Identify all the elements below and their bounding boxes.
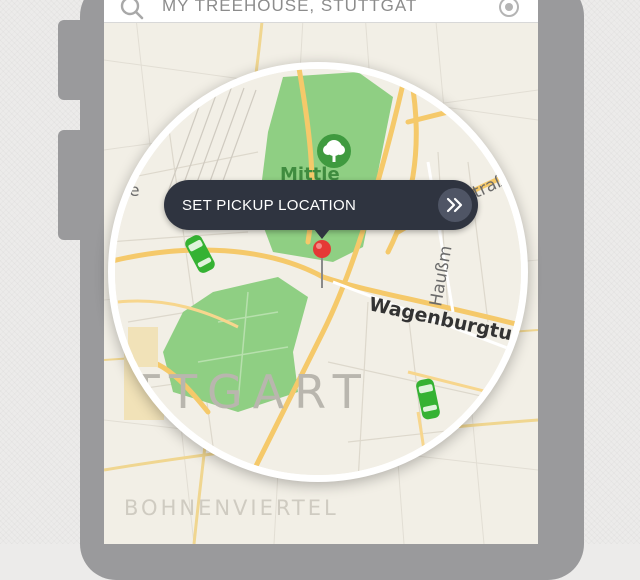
park-tree-icon: [317, 134, 351, 168]
car-icon[interactable]: [180, 230, 220, 278]
double-chevron-right-icon[interactable]: [438, 188, 472, 222]
pickup-pin-icon[interactable]: [311, 238, 333, 292]
search-bar[interactable]: MY TREEHOUSE, STUTTGAT: [104, 0, 538, 23]
district-label: BOHNENVIERTEL: [124, 496, 339, 520]
search-icon: [120, 0, 144, 20]
search-input-value[interactable]: MY TREEHOUSE, STUTTGAT: [162, 0, 417, 16]
car-icon[interactable]: [410, 375, 446, 423]
city-label: UTTGART: [108, 365, 371, 419]
pickup-label: SET PICKUP LOCATION: [182, 197, 357, 214]
set-pickup-location-button[interactable]: SET PICKUP LOCATION: [164, 180, 478, 239]
locate-icon[interactable]: [498, 0, 520, 18]
